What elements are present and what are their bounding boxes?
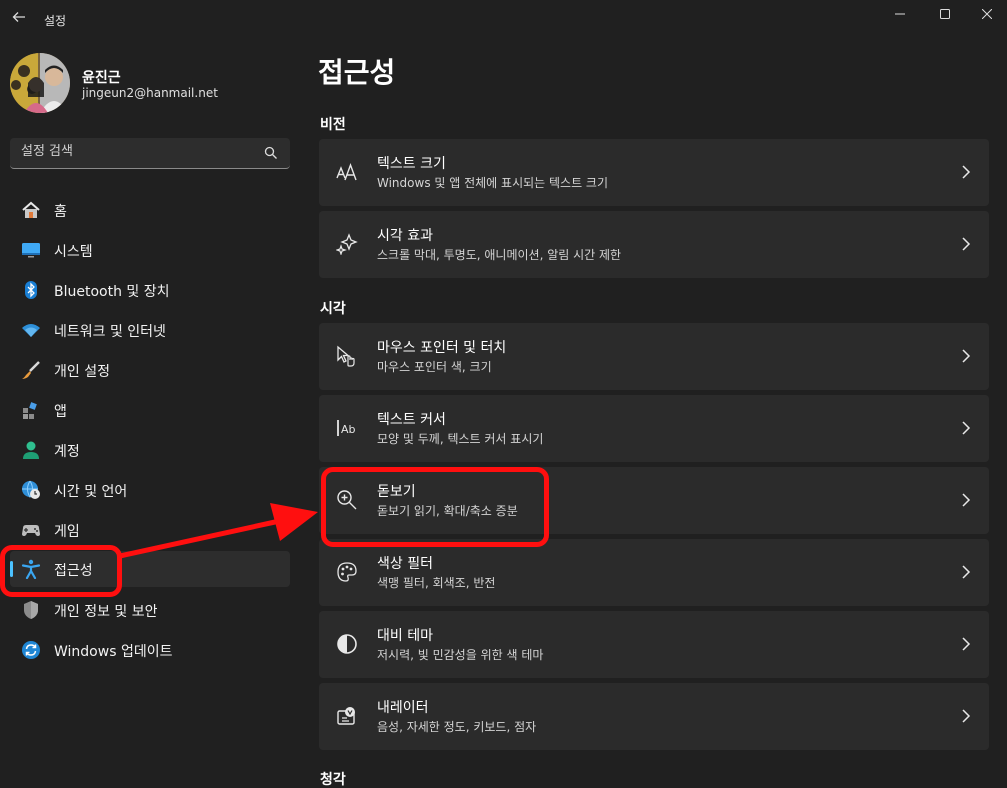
card-title: 돋보기 (377, 484, 416, 500)
card-description: 모양 및 두께, 텍스트 커서 표시기 (377, 432, 544, 446)
card-narrator[interactable]: 내레이터 음성, 자세한 정도, 키보드, 점자 (319, 683, 989, 750)
search-input[interactable] (21, 144, 261, 159)
close-icon (981, 9, 992, 19)
shield-icon (20, 599, 42, 621)
sidebar-item-label: Bluetooth 및 장치 (54, 284, 170, 300)
minimize-icon (895, 13, 905, 15)
card-description: 저시력, 빛 민감성을 위한 색 테마 (377, 648, 544, 662)
card-contrast-themes[interactable]: 대비 테마 저시력, 빛 민감성을 위한 색 테마 (319, 611, 989, 678)
sidebar-item-apps[interactable]: 앱 (10, 392, 290, 428)
chevron-right-icon (962, 565, 971, 579)
chevron-right-icon (962, 349, 971, 363)
user-email: jingeun2@hanmail.net (82, 86, 218, 100)
card-description: 마우스 포인터 색, 크기 (377, 360, 492, 374)
apps-icon (20, 399, 42, 421)
card-description: 스크롤 막대, 투명도, 애니메이션, 알림 시간 제한 (377, 248, 622, 262)
card-mouse-pointer-touch[interactable]: 마우스 포인터 및 터치 마우스 포인터 색, 크기 (319, 323, 989, 390)
sidebar-item-label: 홈 (54, 204, 67, 220)
card-title: 색상 필터 (377, 556, 433, 572)
sidebar-item-accessibility[interactable]: 접근성 (10, 551, 290, 587)
person-icon (20, 439, 42, 461)
sidebar-item-windows-update[interactable]: Windows 업데이트 (10, 632, 290, 668)
close-button[interactable] (966, 0, 1007, 28)
update-icon (20, 639, 42, 661)
sidebar-item-privacy[interactable]: 개인 정보 및 보안 (10, 592, 290, 628)
maximize-button[interactable] (921, 0, 969, 28)
sidebar-item-personalization[interactable]: 개인 설정 (10, 352, 290, 388)
user-name: 윤진근 (82, 70, 121, 86)
pointer-touch-icon (336, 345, 358, 367)
chevron-right-icon (962, 637, 971, 651)
back-button[interactable] (8, 8, 30, 30)
sidebar-item-bluetooth[interactable]: Bluetooth 및 장치 (10, 272, 290, 308)
search-box[interactable] (10, 138, 290, 169)
magnifier-icon (336, 489, 358, 511)
section-label-vision: 비전 (320, 117, 346, 133)
avatar[interactable] (10, 53, 70, 113)
card-title: 텍스트 커서 (377, 412, 446, 428)
sidebar-item-label: 접근성 (54, 563, 93, 579)
sidebar-item-label: 시간 및 언어 (54, 484, 128, 500)
sidebar-item-label: 개인 설정 (54, 364, 110, 380)
sidebar-item-label: 시스템 (54, 244, 93, 260)
card-title: 마우스 포인터 및 터치 (377, 340, 507, 356)
card-description: 돋보기 읽기, 확대/축소 증분 (377, 504, 518, 518)
palette-icon (336, 561, 358, 583)
card-visual-effects[interactable]: 시각 효과 스크롤 막대, 투명도, 애니메이션, 알림 시간 제한 (319, 211, 989, 278)
narrator-icon (336, 705, 358, 727)
home-icon (20, 199, 42, 221)
card-magnifier[interactable]: 돋보기 돋보기 읽기, 확대/축소 증분 (319, 467, 989, 534)
section-label-visual: 시각 (320, 301, 346, 317)
sidebar-item-label: 게임 (54, 524, 80, 540)
chevron-right-icon (962, 165, 971, 179)
card-text-cursor[interactable]: Ab 텍스트 커서 모양 및 두께, 텍스트 커서 표시기 (319, 395, 989, 462)
sidebar-item-gaming[interactable]: 게임 (10, 512, 290, 548)
maximize-icon (940, 9, 950, 19)
sidebar-item-network[interactable]: 네트워크 및 인터넷 (10, 312, 290, 348)
card-description: 음성, 자세한 정도, 키보드, 점자 (377, 720, 537, 734)
bluetooth-icon (20, 279, 42, 301)
sidebar-item-label: 개인 정보 및 보안 (54, 604, 158, 620)
page-title: 접근성 (318, 56, 396, 89)
card-color-filters[interactable]: 색상 필터 색맹 필터, 회색조, 반전 (319, 539, 989, 606)
sidebar-item-label: 앱 (54, 404, 67, 420)
chevron-right-icon (962, 709, 971, 723)
sidebar-item-system[interactable]: 시스템 (10, 232, 290, 268)
card-title: 내레이터 (377, 700, 429, 716)
sidebar-item-accounts[interactable]: 계정 (10, 432, 290, 468)
card-title: 텍스트 크기 (377, 156, 446, 172)
sidebar-item-time-language[interactable]: 시간 및 언어 (10, 472, 290, 508)
section-label-hearing: 청각 (320, 772, 346, 788)
title-bar: 설정 (0, 0, 1007, 40)
monitor-icon (20, 239, 42, 261)
card-title: 시각 효과 (377, 228, 433, 244)
sidebar-item-label: Windows 업데이트 (54, 644, 173, 660)
chevron-right-icon (962, 237, 971, 251)
text-size-icon (336, 161, 358, 183)
globe-clock-icon (20, 479, 42, 501)
search-icon[interactable] (264, 146, 278, 160)
card-title: 대비 테마 (377, 628, 433, 644)
sidebar-item-label: 계정 (54, 444, 80, 460)
card-text-size[interactable]: 텍스트 크기 Windows 및 앱 전체에 표시되는 텍스트 크기 (319, 139, 989, 206)
arrow-left-icon (12, 12, 25, 22)
chevron-right-icon (962, 421, 971, 435)
contrast-icon (336, 633, 358, 655)
sidebar-item-label: 네트워크 및 인터넷 (54, 324, 166, 340)
minimize-button[interactable] (876, 0, 924, 28)
text-cursor-icon: Ab (336, 417, 358, 439)
accessibility-icon (20, 558, 42, 580)
chevron-right-icon (962, 493, 971, 507)
gamepad-icon (20, 519, 42, 541)
wifi-icon (20, 319, 42, 341)
active-indicator (10, 561, 13, 577)
sidebar-item-home[interactable]: 홈 (10, 192, 290, 228)
svg-text:Ab: Ab (341, 423, 356, 436)
sparkle-icon (336, 233, 358, 255)
card-description: Windows 및 앱 전체에 표시되는 텍스트 크기 (377, 176, 609, 190)
app-title: 설정 (44, 14, 67, 28)
brush-icon (20, 359, 42, 381)
card-description: 색맹 필터, 회색조, 반전 (377, 576, 496, 590)
